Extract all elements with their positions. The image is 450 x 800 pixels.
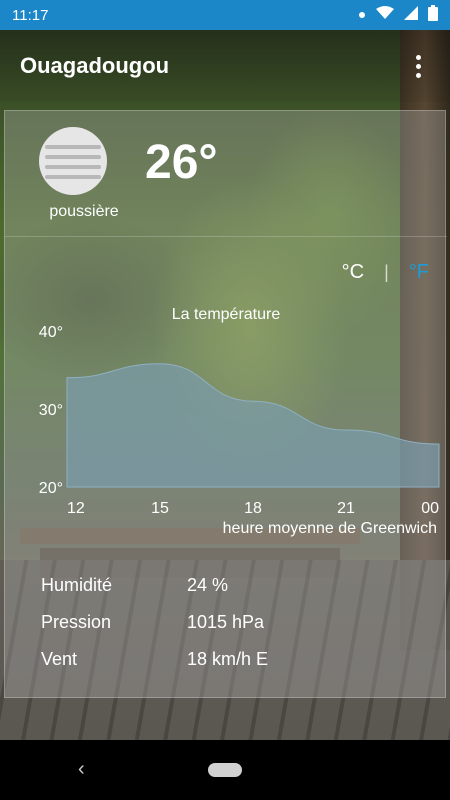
y-tick-label: 20° (39, 480, 63, 497)
x-axis-label: heure moyenne de Greenwich (223, 520, 437, 537)
temperature-area (66, 363, 440, 488)
overflow-menu-icon[interactable] (406, 51, 430, 81)
detail-row-pressure: Pression 1015 hPa (5, 604, 447, 641)
x-tick-label: 15 (151, 500, 169, 517)
y-tick-label: 30° (39, 402, 63, 419)
status-bar: 11:17 (0, 0, 450, 30)
x-tick-label: 21 (337, 500, 355, 517)
unit-toggle: °C | °F (342, 261, 429, 284)
chart-title: La température (172, 306, 281, 323)
detail-row-wind: Vent 18 km/h E (5, 641, 447, 678)
status-time: 11:17 (12, 6, 49, 24)
detail-value: 1015 hPa (187, 612, 265, 632)
celsius-button[interactable]: °C (342, 261, 364, 284)
y-axis-ticks: 40° 30° 20° (39, 324, 63, 497)
weather-card: poussière 26° °C | °F La température 40°… (4, 110, 447, 698)
battery-icon (428, 4, 438, 26)
current-conditions: poussière 26° (5, 111, 447, 236)
app-toolbar: Ouagadougou (0, 30, 450, 102)
fahrenheit-button[interactable]: °F (409, 261, 429, 284)
detail-label: Vent (41, 649, 78, 669)
detail-value: 18 km/h E (187, 649, 269, 669)
current-temperature: 26° (145, 136, 218, 189)
wifi-icon (376, 5, 394, 25)
temperature-chart-svg: La température 40° 30° 20° 12 15 18 21 00 heur… (39, 306, 440, 537)
y-tick-label: 40° (39, 324, 63, 341)
home-pill-button[interactable] (208, 763, 242, 777)
detail-label: Pression (41, 612, 112, 632)
x-tick-label: 00 (421, 500, 439, 517)
condition-label: poussière (49, 203, 119, 220)
system-nav-bar: ‹ (0, 740, 450, 800)
cell-signal-icon (404, 5, 418, 25)
x-tick-label: 12 (67, 500, 85, 517)
x-axis-ticks: 12 15 18 21 00 (67, 500, 439, 517)
detail-row-humidity: Humidité 24 % (5, 567, 447, 604)
detail-label: Humidité (41, 575, 113, 595)
temperature-chart: La température 40° 30° 20° 12 15 18 21 00 heur… (5, 291, 447, 541)
divider (5, 236, 447, 237)
city-title: Ouagadougou (20, 53, 170, 78)
dust-icon (39, 127, 107, 195)
x-tick-label: 18 (244, 500, 262, 517)
back-chevron-icon[interactable]: ‹ (78, 758, 85, 781)
weather-details: Humidité 24 % Pression 1015 hPa Vent 18 … (5, 567, 447, 678)
status-icons (358, 4, 438, 26)
detail-value: 24 % (187, 575, 229, 595)
signal-dot-icon (358, 6, 366, 24)
unit-separator: | (384, 262, 389, 282)
